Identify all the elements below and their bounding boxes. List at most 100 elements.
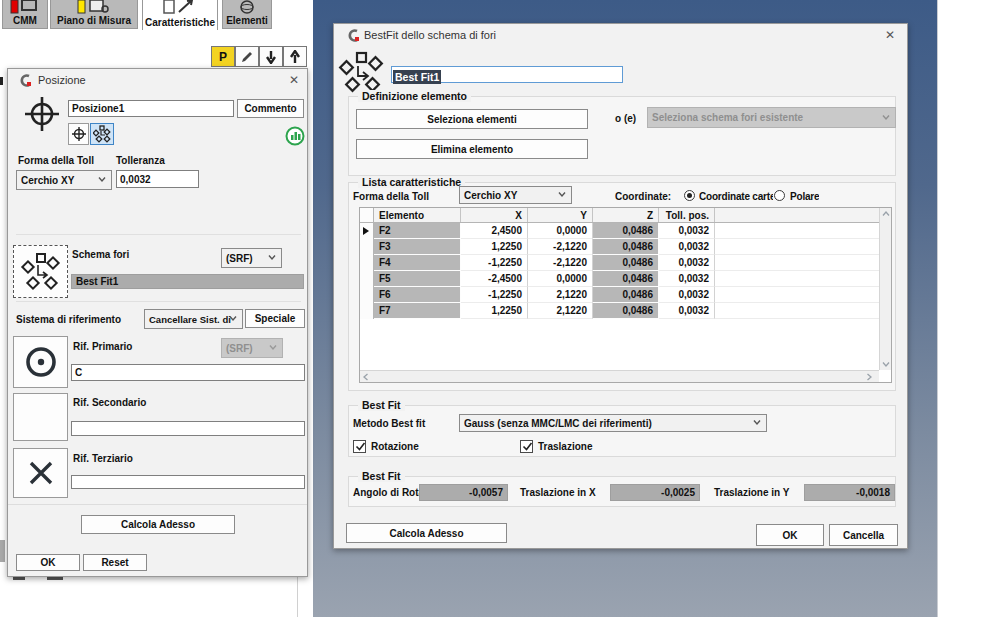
- move-down-button[interactable]: [259, 46, 283, 67]
- definizione-group: Definizione elemento Seleziona elementi …: [348, 96, 896, 176]
- tab-elementi[interactable]: Elementi: [222, 0, 272, 29]
- cell-elemento[interactable]: F5: [374, 271, 461, 287]
- table-row[interactable]: F22,45000,00000,04860,0032: [360, 223, 891, 239]
- tab-cmm[interactable]: CMM: [2, 0, 48, 29]
- bestfit-result-group-label: Best Fit: [358, 470, 405, 482]
- bestfit-close-button[interactable]: ✕: [883, 28, 897, 42]
- lista-group: Lista caratteristiche Forma della Toll C…: [348, 182, 896, 391]
- cell-y[interactable]: 0,0000: [528, 271, 593, 287]
- seleziona-elementi-button[interactable]: Seleziona elementi: [356, 109, 588, 129]
- table-row[interactable]: F31,2250-2,12200,04860,0032: [360, 239, 891, 255]
- cell-z[interactable]: 0,0486: [593, 287, 659, 303]
- rif-secondario-input[interactable]: [71, 421, 305, 436]
- commento-button[interactable]: Commento: [237, 99, 304, 118]
- calcola-adesso-button[interactable]: Calcola Adesso: [81, 515, 235, 534]
- cell-y[interactable]: 2,1220: [528, 287, 593, 303]
- row-selector[interactable]: [360, 287, 374, 303]
- tolleranza-input[interactable]: 0,0032: [116, 170, 199, 188]
- cell-x[interactable]: -2,4500: [461, 271, 528, 287]
- rif-primario-iconbox[interactable]: [13, 336, 68, 388]
- table-row[interactable]: F5-2,45000,00000,04860,0032: [360, 271, 891, 287]
- table-hscrollbar[interactable]: [360, 370, 879, 382]
- position-mode-toggle[interactable]: [68, 123, 89, 145]
- column-header-z[interactable]: Z: [593, 208, 659, 222]
- metodo-dropdown[interactable]: Gauss (senza MMC/LMC dei riferimenti): [459, 414, 767, 432]
- cell-y[interactable]: 0,0000: [528, 223, 593, 239]
- tab-piano-di-misura[interactable]: Piano di Misura: [50, 0, 138, 29]
- column-header-y[interactable]: Y: [528, 208, 593, 222]
- column-header-x[interactable]: X: [461, 208, 528, 222]
- cell-x[interactable]: 1,2250: [461, 303, 528, 319]
- ok-button[interactable]: OK: [16, 554, 80, 571]
- move-up-button[interactable]: [283, 46, 307, 67]
- edit-pencil-button[interactable]: [235, 46, 259, 67]
- posizione-close-button[interactable]: ✕: [287, 73, 301, 87]
- cell-y[interactable]: -2,1220: [528, 255, 593, 271]
- cell-elemento[interactable]: F2: [374, 223, 461, 239]
- column-header-toll[interactable]: Toll. pos.: [659, 208, 715, 222]
- cell-x[interactable]: 2,4500: [461, 223, 528, 239]
- cell-x[interactable]: 1,2250: [461, 239, 528, 255]
- row-selector[interactable]: [360, 223, 374, 239]
- schema-name-field[interactable]: Best Fit1: [71, 274, 304, 289]
- cell-z[interactable]: 0,0486: [593, 271, 659, 287]
- srf-dropdown[interactable]: (SRF): [221, 248, 282, 268]
- cell-elemento[interactable]: F4: [374, 255, 461, 271]
- row-selector[interactable]: [360, 271, 374, 287]
- cell-elemento[interactable]: F7: [374, 303, 461, 319]
- tab-caratteristiche[interactable]: Caratteristiche: [142, 0, 218, 30]
- table-vscrollbar[interactable]: [879, 208, 891, 370]
- ok-button[interactable]: OK: [756, 524, 824, 546]
- traslazione-checkbox[interactable]: [520, 440, 533, 453]
- cell-z[interactable]: 0,0486: [593, 223, 659, 239]
- cell-x[interactable]: -1,2250: [461, 255, 528, 271]
- row-selector[interactable]: [360, 255, 374, 271]
- cell-z[interactable]: 0,0486: [593, 303, 659, 319]
- rif-terziario-iconbox[interactable]: [13, 448, 68, 498]
- cell-z[interactable]: 0,0486: [593, 255, 659, 271]
- cell-toll[interactable]: 0,0032: [659, 287, 715, 303]
- schema-esistente-dropdown: Seleziona schema fori esistente: [647, 107, 896, 128]
- radio-polare[interactable]: [774, 190, 785, 201]
- cell-toll[interactable]: 0,0032: [659, 239, 715, 255]
- cell-toll[interactable]: 0,0032: [659, 255, 715, 271]
- row-selector[interactable]: [360, 303, 374, 319]
- forma-toll-dropdown[interactable]: Cerchio XY: [459, 186, 572, 204]
- posizione-titlebar[interactable]: Posizione ✕: [8, 69, 307, 91]
- hole-pattern-mode-toggle[interactable]: [90, 123, 114, 145]
- cancella-button[interactable]: Cancella: [829, 524, 898, 546]
- cell-toll[interactable]: 0,0032: [659, 271, 715, 287]
- reset-button[interactable]: Reset: [83, 554, 147, 571]
- table-row[interactable]: F4-1,2250-2,12200,04860,0032: [360, 255, 891, 271]
- cell-z[interactable]: 0,0486: [593, 239, 659, 255]
- rif-primario-input[interactable]: C: [71, 364, 305, 381]
- sistema-dropdown[interactable]: Cancellare Sist. di: [144, 309, 243, 329]
- rotazione-label: Rotazione: [371, 441, 419, 452]
- schema-fori-iconbox[interactable]: [13, 245, 68, 298]
- probe-mode-button[interactable]: P: [211, 46, 235, 67]
- column-header-elemento[interactable]: Elemento: [374, 208, 461, 222]
- rif-secondario-iconbox[interactable]: [13, 393, 68, 441]
- rotazione-checkbox[interactable]: [353, 440, 366, 453]
- cell-toll[interactable]: 0,0032: [659, 223, 715, 239]
- rif-terziario-input[interactable]: [71, 475, 305, 489]
- cell-elemento[interactable]: F3: [374, 239, 461, 255]
- cell-toll[interactable]: 0,0032: [659, 303, 715, 319]
- bestfit-name-input[interactable]: Best Fit1: [391, 66, 623, 83]
- row-selector[interactable]: [360, 239, 374, 255]
- posizione-name-input[interactable]: Posizione1: [68, 100, 234, 117]
- radio-coordinate-cartesiane[interactable]: [684, 190, 695, 201]
- table-row[interactable]: F71,22502,12200,04860,0032: [360, 303, 891, 319]
- elimina-elemento-button[interactable]: Elimina elemento: [356, 139, 588, 159]
- forma-toll-dropdown[interactable]: Cerchio XY: [16, 170, 112, 190]
- speciale-button[interactable]: Speciale: [245, 309, 305, 328]
- cell-y[interactable]: -2,1220: [528, 239, 593, 255]
- calcola-adesso-button[interactable]: Calcola Adesso: [346, 523, 507, 543]
- lista-group-label: Lista caratteristiche: [358, 176, 465, 188]
- cell-x[interactable]: -1,2250: [461, 287, 528, 303]
- confirm-green-icon[interactable]: [285, 126, 305, 146]
- table-row[interactable]: F6-1,22502,12200,04860,0032: [360, 287, 891, 303]
- cell-y[interactable]: 2,1220: [528, 303, 593, 319]
- bestfit-titlebar[interactable]: BestFit dello schema di fori ✕: [334, 24, 907, 46]
- cell-elemento[interactable]: F6: [374, 287, 461, 303]
